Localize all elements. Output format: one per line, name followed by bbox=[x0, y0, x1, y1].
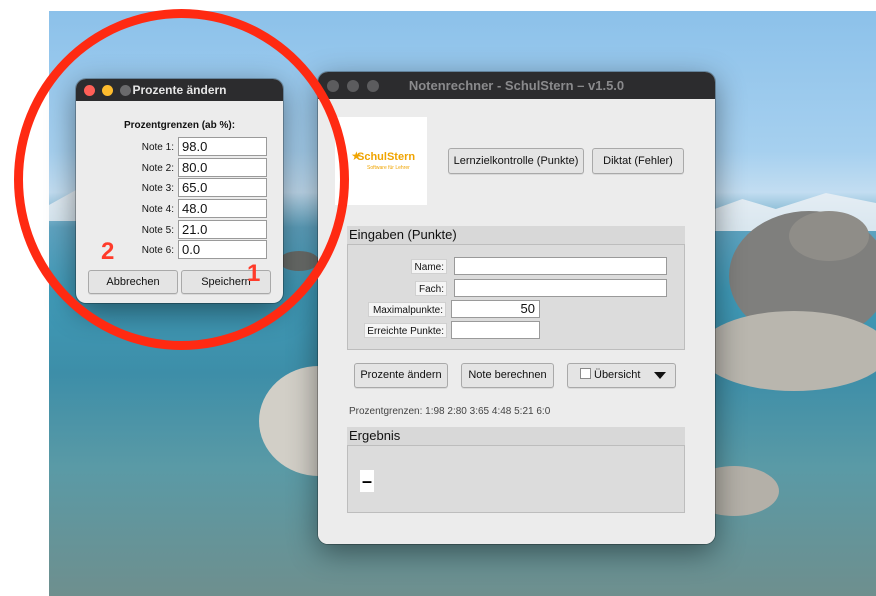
name-label: Name: bbox=[411, 259, 447, 274]
schulstern-logo: ★ SchulStern Software für Lehrer bbox=[335, 117, 427, 205]
dropdown-arrow-icon bbox=[654, 372, 666, 379]
fach-input[interactable] bbox=[454, 279, 667, 297]
marker-cancel: 2 bbox=[101, 238, 115, 265]
erreichte-punkte-label: Erreichte Punkte: bbox=[364, 323, 447, 338]
lernzielkontrolle-button[interactable]: Lernzielkontrolle (Punkte) bbox=[448, 148, 584, 174]
prozente-aendern-button[interactable]: Prozente ändern bbox=[354, 363, 448, 388]
logo-subtitle: Software für Lehrer bbox=[367, 165, 410, 171]
uebersicht-label: Übersicht bbox=[594, 369, 641, 381]
window-title: Notenrechner - SchulStern – v1.5.0 bbox=[408, 78, 625, 93]
inputs-section-header: Eingaben (Punkte) bbox=[347, 226, 685, 244]
logo-text: SchulStern bbox=[357, 151, 416, 163]
result-value: – bbox=[360, 470, 374, 492]
main-titlebar: Notenrechner - SchulStern – v1.5.0 bbox=[318, 72, 715, 99]
result-panel bbox=[347, 445, 685, 513]
note-berechnen-button[interactable]: Note berechnen bbox=[461, 363, 554, 388]
result-section-header: Ergebnis bbox=[347, 427, 685, 445]
name-input[interactable] bbox=[454, 257, 667, 275]
uebersicht-dropdown[interactable]: Übersicht bbox=[567, 363, 676, 388]
main-window: Notenrechner - SchulStern – v1.5.0 ★ Sch… bbox=[318, 72, 715, 544]
checkbox-icon[interactable] bbox=[580, 368, 591, 379]
prozentgrenzen-text: Prozentgrenzen: 1:98 2:80 3:65 4:48 5:21… bbox=[349, 406, 551, 417]
highlight-ring bbox=[14, 9, 349, 350]
erreichte-punkte-input[interactable] bbox=[451, 321, 540, 339]
fach-label: Fach: bbox=[415, 281, 447, 296]
marker-save: 1 bbox=[247, 260, 261, 287]
maximalpunkte-label: Maximalpunkte: bbox=[368, 302, 446, 317]
diktat-button[interactable]: Diktat (Fehler) bbox=[592, 148, 684, 174]
maximalpunkte-input[interactable]: 50 bbox=[451, 300, 540, 318]
